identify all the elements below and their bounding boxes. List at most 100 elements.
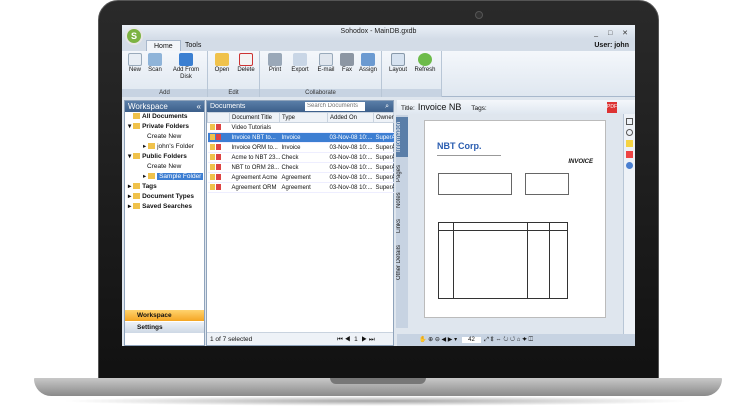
cell-added-on: 03-Nov-08 10:... <box>327 172 374 183</box>
column-added-on[interactable]: Added On <box>327 112 374 123</box>
refresh-label: Refresh <box>414 67 436 73</box>
table-row[interactable]: NBT to ORM 28... Check 03-Nov-08 10:... Sup… <box>207 162 394 173</box>
side-tab-pages[interactable]: Pages <box>396 161 408 185</box>
tags-label[interactable]: Tags: <box>471 105 487 112</box>
export-button[interactable]: Export <box>288 53 312 74</box>
user-label: User: john <box>594 42 629 49</box>
group-label-add: Add <box>122 89 207 97</box>
rectangle-tool-icon[interactable] <box>626 118 633 125</box>
tree-label: Saved Searches <box>142 203 192 210</box>
folder-icon <box>148 173 156 180</box>
workspace-title: Workspace <box>128 102 168 111</box>
document-types-icon <box>133 193 141 200</box>
tree-item-all-documents[interactable]: All Documents <box>125 112 204 122</box>
invoice-heading: INVOICE <box>568 159 593 165</box>
table-row[interactable]: Invoice ORM to... Invoice 03-Nov-08 10:...… <box>207 142 394 153</box>
stamp-tool-icon[interactable] <box>626 151 633 158</box>
group-label-collaborate: Collaborate <box>260 89 381 97</box>
saved-search-icon <box>133 203 141 210</box>
email-button[interactable]: E-mail <box>316 53 336 74</box>
folder-icon <box>133 113 140 120</box>
fax-button[interactable]: Fax <box>339 53 355 74</box>
side-tab-information[interactable]: Information <box>396 117 408 157</box>
highlight-tool-icon[interactable] <box>626 140 633 147</box>
group-label-view <box>382 89 441 97</box>
assign-user-icon <box>361 53 375 66</box>
table-divider <box>549 223 550 299</box>
table-divider <box>527 223 528 299</box>
ellipse-tool-icon[interactable] <box>626 129 633 136</box>
side-tabs: Information Pages Notes Links Other Deta… <box>396 115 408 328</box>
collapse-icon[interactable]: « <box>197 101 201 112</box>
table-row[interactable]: Agreement Acme Agreement 03-Nov-08 10:... S… <box>207 172 394 183</box>
folder-icon <box>133 153 141 160</box>
page-nav[interactable]: ⏮ ◀ 1 ▶ ⏭ <box>337 333 375 346</box>
window-title: Sohodox - MainDB.gxdb <box>340 28 417 35</box>
settings-nav-button[interactable]: Settings <box>125 322 204 333</box>
tree-item-create-new-public[interactable]: Create New <box>125 162 204 172</box>
refresh-button[interactable]: Refresh <box>412 53 438 74</box>
tree-item-create-new-private[interactable]: Create New <box>125 132 204 142</box>
tree-item-private-folders[interactable]: ▾ Private Folders <box>125 122 204 132</box>
folder-open-icon <box>215 53 229 66</box>
search-icon[interactable]: ⌕ <box>385 101 389 112</box>
cell-type: Check <box>279 162 328 173</box>
document-icon <box>207 172 230 183</box>
tree-item-johns-folder[interactable]: ▸ john's Folder <box>125 142 204 152</box>
pdf-icon[interactable]: PDF <box>607 102 617 113</box>
info-tool-icon[interactable] <box>626 162 633 169</box>
cell-title: Invoice ORM to... <box>229 142 280 153</box>
open-button[interactable]: Open <box>212 53 232 74</box>
zoom-tools-icon[interactable]: ✋ ⊕ ⊖ ◀ ▶ ▾ <box>419 337 460 343</box>
document-title: Invoice NB <box>417 102 462 112</box>
cell-title: Agreement Acme <box>229 172 280 183</box>
print-button[interactable]: Print <box>264 53 286 74</box>
column-document-title[interactable]: Document Title <box>229 112 280 123</box>
laptop-shadow <box>60 396 696 406</box>
new-button[interactable]: New <box>126 53 144 74</box>
tree-item-sample-folder[interactable]: ▸ Sample Folder <box>125 172 204 182</box>
scan-label: Scan <box>148 67 162 73</box>
column-owner[interactable]: Owner <box>373 112 394 123</box>
tree-label: Create New <box>147 163 182 170</box>
tree-item-public-folders[interactable]: ▾ Public Folders <box>125 152 204 162</box>
zoom-level-input[interactable]: 42 <box>462 337 481 343</box>
layout-button[interactable]: Layout <box>386 53 410 74</box>
cell-owner: SuperA <box>373 152 394 163</box>
cell-title: Video Tutorials <box>229 122 280 133</box>
search-input[interactable] <box>305 102 365 111</box>
column-type[interactable]: Type <box>279 112 328 123</box>
assign-button[interactable]: Assign <box>357 53 379 74</box>
view-tools-icon[interactable]: ⤢ ⇕ ⇔ ↻ ↺ ⌂ ✦ ◫ <box>482 337 533 343</box>
tree-item-saved-searches[interactable]: ▸ Saved Searches <box>125 202 204 212</box>
delete-button[interactable]: Delete <box>235 53 257 74</box>
table-row[interactable]: Acme to NBT 23... Check 03-Nov-08 10:... Su… <box>207 152 394 163</box>
tree-item-document-types[interactable]: ▸ Document Types <box>125 192 204 202</box>
cell-title: Agreement ORM <box>229 182 280 193</box>
cell-type <box>279 122 328 133</box>
workspace-nav-button[interactable]: Workspace <box>125 310 204 321</box>
scan-button[interactable]: Scan <box>146 53 164 74</box>
table-row[interactable]: Agreement ORM Agreement 03-Nov-08 10:... Su… <box>207 182 394 193</box>
table-row[interactable]: Video Tutorials <box>207 122 394 133</box>
delete-icon <box>239 53 253 66</box>
document-icon <box>207 142 230 153</box>
table-row[interactable]: Invoice NBT to... Invoice 03-Nov-08 10:...… <box>207 132 394 143</box>
app-logo-button[interactable]: S <box>125 27 143 45</box>
laptop-notch <box>330 378 426 384</box>
side-tab-links[interactable]: Links <box>396 215 408 237</box>
tree-item-tags[interactable]: ▸ Tags <box>125 182 204 192</box>
tree-label: Private Folders <box>142 123 190 130</box>
add-from-disk-button[interactable]: Add From Disk <box>168 53 204 81</box>
preview-toolbar: ✋ ⊕ ⊖ ◀ ▶ ▾ 42 ⤢ ⇕ ⇔ ↻ ↺ ⌂ ✦ ◫ <box>397 334 635 346</box>
tree-label: Public Folders <box>142 153 187 160</box>
side-tab-notes[interactable]: Notes <box>396 189 408 211</box>
side-tab-other-details[interactable]: Other Details <box>396 241 408 283</box>
selection-count: 1 of 7 selected <box>210 336 253 343</box>
app-window: Sohodox - MainDB.gxdb _ □ ✕ S Home Tools… <box>122 25 635 346</box>
tab-tools[interactable]: Tools <box>178 40 208 51</box>
tab-home[interactable]: Home <box>146 40 181 51</box>
cell-added-on: 03-Nov-08 10:... <box>327 142 374 153</box>
documents-header: Documents ⌕ <box>207 101 393 112</box>
tree-label: Tags <box>142 183 157 190</box>
